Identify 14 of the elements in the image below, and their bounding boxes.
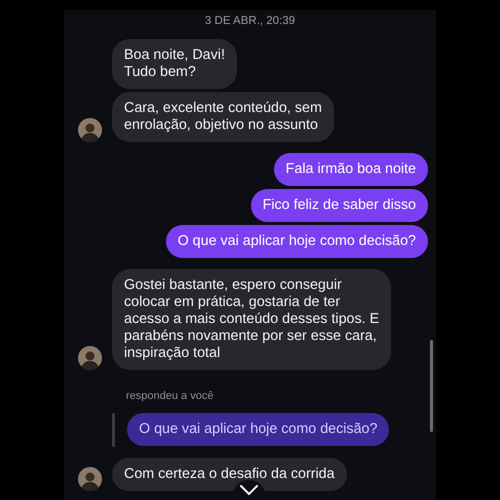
avatar[interactable] <box>78 118 102 142</box>
message-bubble: Fala irmão boa noite <box>274 153 428 186</box>
chevron-down-icon <box>239 484 259 496</box>
message-bubble: Gostei bastante, espero conseguir colocar em prática, gostaria de ter acesso a mais conteúdo desses tipos. E parabéns novamente por ser esse cara, inspiração total <box>112 269 392 370</box>
message-bubble: O que vai aplicar hoje como decisão? <box>166 225 428 258</box>
message-bubble: Fico feliz de saber disso <box>250 189 428 222</box>
message-bubble: Com certeza o desafio da corrida <box>112 458 347 490</box>
date-label: 3 DE ABR., 20:39 <box>204 15 296 27</box>
avatar[interactable] <box>78 466 102 490</box>
quoted-message: O que vai aplicar hoje como decisão? <box>127 413 390 446</box>
message-bubble: Cara, excelente conteúdo, sem enrolação, objetivo no assunto <box>112 92 334 142</box>
avatar[interactable] <box>78 346 102 370</box>
reply-label: respondeu a você <box>125 389 214 404</box>
message-bubble: Boa noite, Davi! Tudo bem? <box>112 39 237 89</box>
